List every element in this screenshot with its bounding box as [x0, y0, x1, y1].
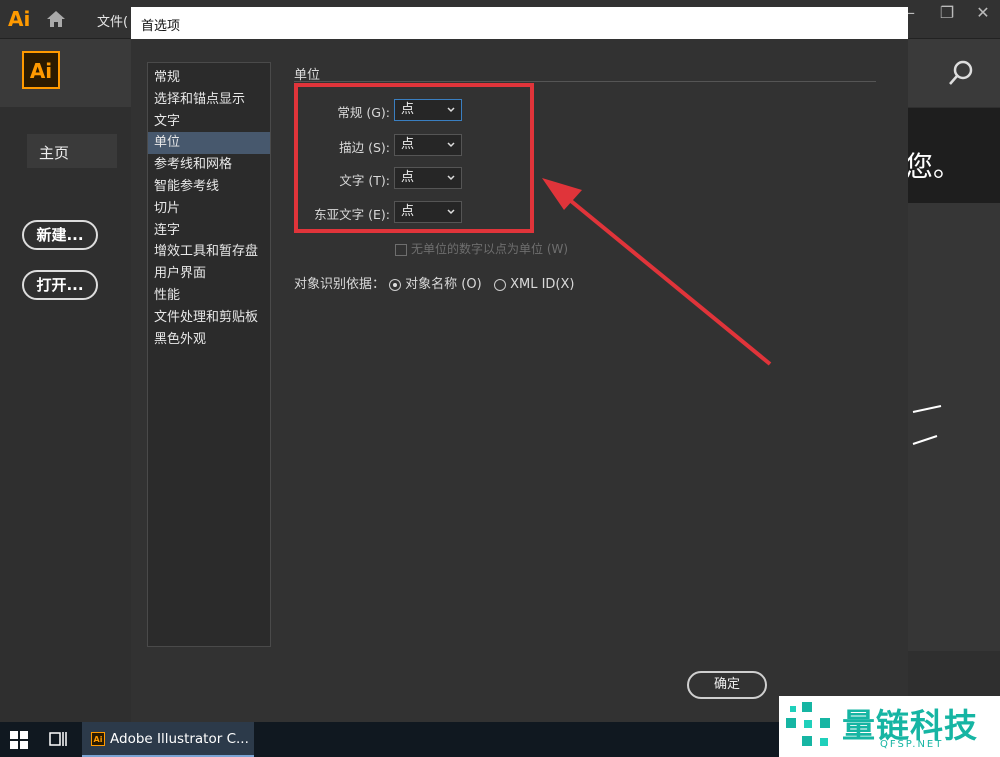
home-icon[interactable] — [45, 9, 67, 29]
menu-file[interactable]: 文件( — [97, 11, 128, 30]
window-controls: – ❐ ✕ — [902, 4, 992, 22]
windows-start-icon[interactable] — [9, 730, 29, 750]
ok-button[interactable]: 确定 — [687, 671, 767, 699]
dialog-titlebar — [131, 7, 908, 39]
category-item-type[interactable]: 文字 — [148, 111, 270, 133]
illustrator-icon: Ai — [91, 732, 105, 746]
watermark-logo-icon — [786, 702, 830, 746]
tab-home[interactable]: 主页 — [27, 134, 117, 168]
new-button[interactable]: 新建... — [22, 220, 98, 250]
category-list: 常规 选择和锚点显示 文字 单位 参考线和网格 智能参考线 切片 连字 增效工具… — [147, 62, 271, 647]
greeting-text: 您。 — [905, 150, 962, 183]
ai-logo: Ai — [22, 51, 60, 89]
unitless-checkbox[interactable] — [395, 243, 407, 256]
category-item-general[interactable]: 常规 — [148, 67, 270, 89]
watermark-subtitle: QFSP.NET — [880, 739, 944, 750]
category-item-units[interactable]: 单位 — [148, 132, 270, 155]
taskbar-item-label: Adobe Illustrator C... — [110, 731, 249, 747]
open-button[interactable]: 打开... — [22, 270, 98, 300]
dialog-title: 首选项 — [141, 19, 181, 34]
category-item-slices[interactable]: 切片 — [148, 198, 270, 220]
category-item-performance[interactable]: 性能 — [148, 285, 270, 307]
radio-object-name-label: 对象名称 (O) — [405, 277, 482, 292]
search-icon[interactable] — [946, 58, 976, 88]
close-icon[interactable]: ✕ — [974, 4, 992, 22]
tab-home-label: 主页 — [39, 144, 70, 162]
restore-icon[interactable]: ❐ — [938, 4, 956, 22]
category-item-file-handling[interactable]: 文件处理和剪贴板 — [148, 307, 270, 329]
category-item-ui[interactable]: 用户界面 — [148, 263, 270, 285]
radio-object-name[interactable] — [389, 278, 402, 291]
decorative-lines — [912, 405, 942, 445]
section-divider — [294, 81, 876, 82]
identify-label: 对象识别依据： — [294, 277, 386, 292]
ai-mini-logo: Ai — [8, 7, 31, 31]
category-item-black-appearance[interactable]: 黑色外观 — [148, 329, 270, 351]
category-item-hyphenation[interactable]: 连字 — [148, 220, 270, 242]
task-view-icon[interactable] — [48, 729, 68, 749]
category-item-plugins[interactable]: 增效工具和暂存盘 — [148, 241, 270, 263]
radio-xml-id[interactable] — [494, 278, 507, 291]
category-item-smart-guides[interactable]: 智能参考线 — [148, 176, 270, 198]
annotation-arrow — [542, 178, 772, 366]
taskbar-item-illustrator[interactable]: Ai Adobe Illustrator C... — [82, 722, 254, 757]
category-item-selection[interactable]: 选择和锚点显示 — [148, 89, 270, 111]
annotation-highlight-box — [294, 83, 534, 233]
category-item-guides-grid[interactable]: 参考线和网格 — [148, 154, 270, 176]
